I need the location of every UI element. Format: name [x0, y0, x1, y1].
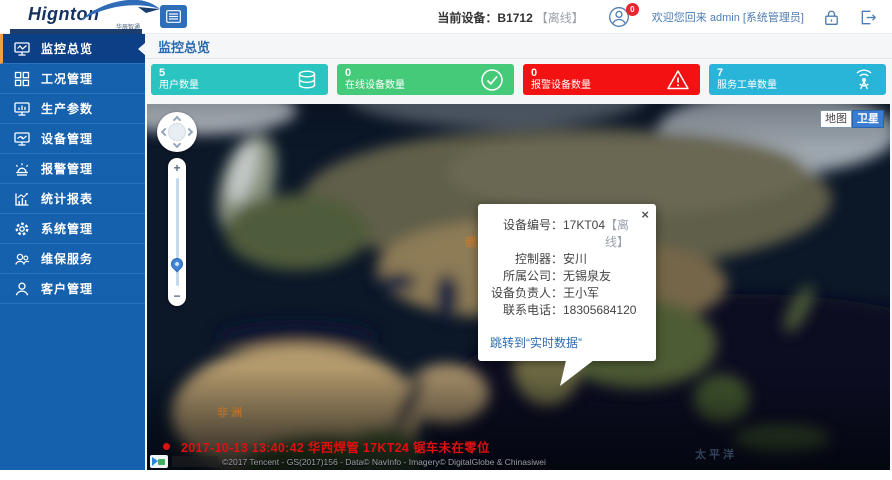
stat-card-online-devices[interactable]: 0 在线设备数量	[337, 64, 514, 95]
main-content: 监控总览 5 用户数量 0 在线设备数量 0 报警设备数量 7 服务工单数量	[145, 34, 892, 470]
close-icon[interactable]: ×	[641, 208, 649, 221]
logout-icon	[859, 8, 878, 27]
monitor-device-icon	[13, 130, 31, 148]
attribution-chip	[172, 456, 218, 467]
page-title: 监控总览	[145, 34, 892, 59]
sidebar-item-production-params[interactable]: 生产参数	[0, 94, 145, 124]
pan-down-icon[interactable]	[173, 140, 181, 148]
service-people-icon	[13, 250, 31, 268]
sidebar-item-label: 报警管理	[41, 160, 93, 177]
alarm-icon	[13, 160, 31, 178]
map-type-button-map[interactable]: 地图	[820, 110, 852, 128]
map-pan-control[interactable]	[157, 112, 197, 152]
zoom-out-button[interactable]: −	[168, 289, 186, 303]
notification-user-button[interactable]: 0	[608, 6, 630, 28]
sidebar-item-label: 设备管理	[41, 130, 93, 147]
sidebar-item-monitor-overview[interactable]: 监控总览	[0, 34, 145, 64]
warning-triangle-icon	[665, 67, 691, 93]
current-device-label: 当前设备：B1712	[437, 9, 532, 26]
menu-list-icon	[166, 10, 181, 23]
popup-row-owner: 设备负责人： 王小军	[487, 285, 647, 302]
zoom-knob[interactable]	[169, 256, 186, 273]
map-label-pacific: 太平洋	[695, 446, 737, 462]
map-zoom-slider[interactable]: + −	[168, 158, 186, 306]
logout-button[interactable]	[859, 8, 878, 27]
sidebar-item-customer-management[interactable]: 客户管理	[0, 274, 145, 304]
monitor-chart-icon	[13, 100, 31, 118]
attribution-text: ©2017 Tencent - GS(2017)156 - Data© NavI…	[222, 457, 546, 467]
person-icon	[13, 280, 31, 298]
sidebar-item-maintenance-service[interactable]: 维保服务	[0, 244, 145, 274]
active-item-arrow	[138, 43, 145, 55]
stat-card-alarm-devices[interactable]: 0 报警设备数量	[523, 64, 700, 95]
sidebar-item-label: 监控总览	[41, 40, 93, 57]
grid-icon	[13, 70, 31, 88]
popup-device-status: 【离线】	[605, 217, 647, 251]
popup-row-company: 所属公司： 无锡泉友	[487, 268, 647, 285]
username-label: admin [系统管理员]	[710, 12, 804, 24]
stat-card-work-orders[interactable]: 7 服务工单数量	[709, 64, 886, 95]
notification-badge: 0	[626, 3, 639, 16]
pan-center[interactable]	[168, 123, 186, 141]
sidebar-item-label: 系统管理	[41, 220, 93, 237]
sidebar: 监控总览 工况管理 生产参数 设备管理 报警管理 统计报表	[0, 34, 145, 470]
sidebar-item-label: 维保服务	[41, 250, 93, 267]
current-device-status: 【离线】	[536, 9, 584, 26]
realtime-data-link[interactable]: 跳转到“实时数据”	[487, 334, 647, 351]
gear-icon	[13, 220, 31, 238]
sidebar-item-system-management[interactable]: 系统管理	[0, 214, 145, 244]
header-right: 当前设备：B1712 【离线】 0 欢迎您回来 admin [系统管理员]	[437, 0, 878, 34]
map-attribution: ©2017 Tencent - GS(2017)156 - Data© NavI…	[150, 455, 546, 468]
alert-text: 2017-10-13 13:40:42 华西焊管 17KT24 锯车未在零位	[181, 437, 490, 456]
device-info-popup: × 设备编号： 17KT04 【离线】 控制器： 安川 所属公司： 无锡泉友 设…	[478, 204, 656, 361]
sidebar-item-statistics-report[interactable]: 统计报表	[0, 184, 145, 214]
logo-underline-bar	[10, 29, 142, 34]
sidebar-item-device-management[interactable]: 设备管理	[0, 124, 145, 154]
lock-button[interactable]	[822, 8, 841, 27]
alarm-ticker: 2017-10-13 13:40:42 华西焊管 17KT24 锯车未在零位	[163, 437, 490, 456]
chart-icon	[13, 190, 31, 208]
lock-icon	[822, 8, 841, 27]
logo-swoosh-icon	[80, 0, 162, 23]
sidebar-item-working-condition[interactable]: 工况管理	[0, 64, 145, 94]
check-circle-icon	[479, 67, 505, 93]
sidebar-item-label: 工况管理	[41, 70, 93, 87]
stat-card-users[interactable]: 5 用户数量	[151, 64, 328, 95]
stat-cards: 5 用户数量 0 在线设备数量 0 报警设备数量 7 服务工单数量	[145, 59, 892, 95]
app-logo: Hignton 华辰智通	[28, 4, 146, 31]
sidebar-item-label: 生产参数	[41, 100, 93, 117]
sidebar-item-alarm-management[interactable]: 报警管理	[0, 154, 145, 184]
welcome-text: 欢迎您回来 admin [系统管理员]	[652, 9, 804, 25]
pan-right-icon[interactable]	[185, 128, 193, 136]
popup-row-controller: 控制器： 安川	[487, 251, 647, 268]
sidebar-toggle-button[interactable]	[160, 5, 187, 28]
tencent-map-logo-icon	[150, 455, 168, 468]
alert-dot-icon	[163, 443, 170, 450]
world-map[interactable]: + − 地图 卫星 俄罗斯 中 国 非洲 太平洋 × 设备编号： 17KT04 …	[147, 104, 890, 470]
sidebar-item-label: 客户管理	[41, 280, 93, 297]
map-label-africa: 非洲	[217, 404, 245, 420]
welcome-label: 欢迎您回来	[652, 12, 707, 24]
map-type-button-satellite[interactable]: 卫星	[852, 110, 884, 128]
signal-tower-icon	[851, 67, 877, 93]
map-type-toggle: 地图 卫星	[820, 110, 884, 128]
monitor-overview-icon	[13, 40, 31, 58]
popup-row-device-id: 设备编号： 17KT04 【离线】	[487, 217, 647, 251]
database-icon	[295, 68, 319, 92]
zoom-in-button[interactable]: +	[168, 161, 186, 175]
sidebar-item-label: 统计报表	[41, 190, 93, 207]
popup-row-phone: 联系电话： 18305684120	[487, 302, 647, 319]
header: Hignton 华辰智通 当前设备：B1712 【离线】 0 欢迎您回来 adm…	[0, 0, 892, 34]
